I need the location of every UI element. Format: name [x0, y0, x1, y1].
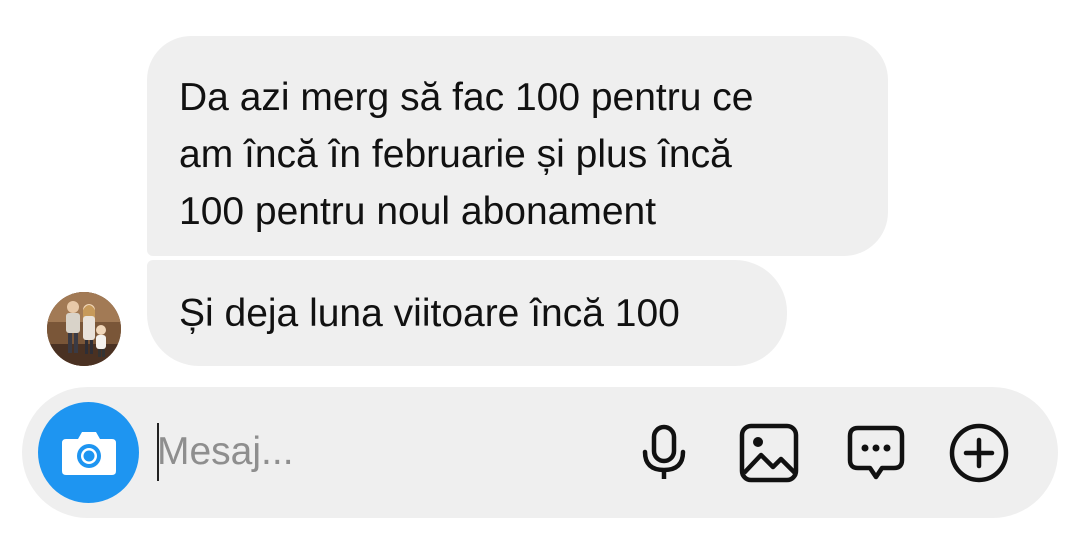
message-input[interactable]: [157, 417, 597, 487]
message-line: am încă în februarie și plus încă: [179, 133, 732, 176]
gallery-button[interactable]: [738, 422, 800, 484]
message-line: Da azi merg să fac 100 pentru ce: [179, 76, 754, 119]
camera-icon: [61, 431, 116, 475]
message-bubble[interactable]: Da azi merg să fac 100 pentru ce am încă…: [147, 36, 888, 256]
plus-icon: [949, 423, 1009, 483]
microphone-icon: [642, 424, 686, 479]
user-photo-avatar: [47, 292, 121, 366]
message-text: Și deja luna viitoare încă 100: [179, 292, 680, 335]
add-button[interactable]: [948, 422, 1010, 484]
microphone-button[interactable]: [633, 422, 695, 484]
sticker-message-button[interactable]: [845, 422, 907, 484]
avatar[interactable]: [47, 292, 121, 366]
message-bubble[interactable]: Și deja luna viitoare încă 100: [147, 260, 787, 366]
message-line: 100 pentru noul abonament: [179, 190, 657, 233]
message-composer: [22, 387, 1058, 518]
gallery-icon: [739, 423, 799, 483]
sticker-message-icon: [847, 425, 905, 480]
chat-screen: Da azi merg să fac 100 pentru ce am încă…: [0, 0, 1079, 538]
camera-button[interactable]: [38, 402, 139, 503]
